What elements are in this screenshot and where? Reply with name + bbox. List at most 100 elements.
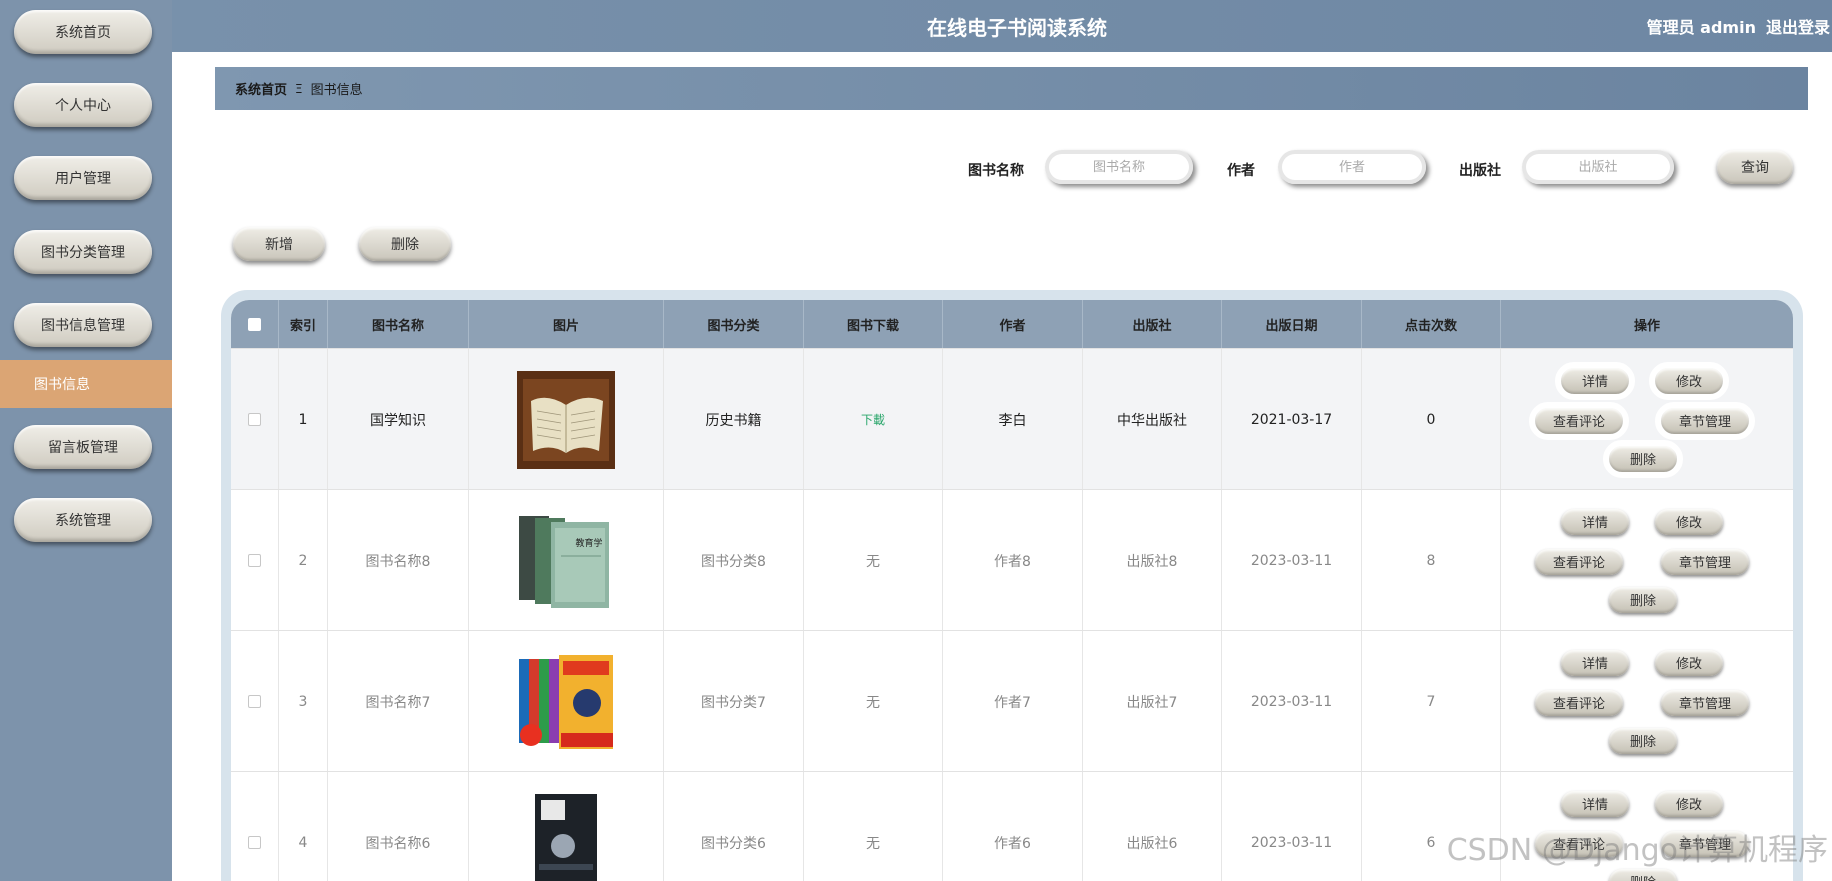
cell-category: 图书分类8 — [664, 490, 804, 631]
book-cover-image — [517, 370, 615, 469]
chapter-manage-button[interactable]: 章节管理 — [1661, 548, 1749, 575]
sidebar-item-home[interactable]: 系统首页 — [14, 10, 152, 54]
sidebar: 系统首页 个人中心 用户管理 图书分类管理 图书信息管理 图书信息 留言板管理 … — [0, 0, 172, 881]
cell-date: 2021-03-17 — [1222, 349, 1362, 490]
user-label: 管理员 admin — [1646, 18, 1756, 37]
table-row: 2 图书名称8 教育学 图书分类8 无 作者8 出版社8 2023-03-11 … — [231, 489, 1793, 631]
row-checkbox[interactable] — [248, 413, 261, 426]
sidebar-item-users[interactable]: 用户管理 — [14, 156, 152, 200]
sidebar-item-book-info-manage[interactable]: 图书信息管理 — [14, 303, 152, 347]
col-category: 图书分类 — [664, 300, 804, 348]
row-actions: 详情 修改 查看评论 章节管理 删除 — [1501, 360, 1793, 480]
cell-date: 2023-03-11 — [1222, 490, 1362, 631]
row-checkbox[interactable] — [248, 695, 261, 708]
cell-category: 历史书籍 — [664, 349, 804, 490]
search-name-label: 图书名称 — [968, 163, 1024, 179]
col-date: 出版日期 — [1222, 300, 1362, 348]
cell-date: 2023-03-11 — [1222, 772, 1362, 881]
book-cover-image — [517, 793, 615, 881]
row-actions: 详情 修改 查看评论 章节管理 删除 — [1501, 642, 1793, 762]
search-name-input[interactable] — [1045, 150, 1193, 184]
detail-button[interactable]: 详情 — [1561, 508, 1629, 535]
book-cover-image — [517, 652, 615, 751]
cell-author: 作者8 — [943, 490, 1083, 631]
cell-image: 教育学 — [469, 490, 664, 631]
cell-clicks: 0 — [1362, 349, 1501, 490]
cell-index: 4 — [279, 772, 328, 881]
edit-button[interactable]: 修改 — [1655, 508, 1723, 535]
book-table: 索引 图书名称 图片 图书分类 图书下载 作者 出版社 出版日期 点击次数 操作… — [231, 300, 1793, 881]
add-button[interactable]: 新增 — [233, 227, 325, 261]
cell-image — [469, 349, 664, 490]
edit-button[interactable]: 修改 — [1649, 361, 1729, 400]
table-row: 1 国学知识 历史书籍 下載 李白 中华出版社 2021-03-17 0 详情 … — [231, 348, 1793, 490]
row-delete-button[interactable]: 删除 — [1609, 586, 1677, 613]
sidebar-item-book-categories[interactable]: 图书分类管理 — [14, 230, 152, 274]
query-button[interactable]: 查询 — [1717, 150, 1793, 184]
row-delete-button[interactable]: 删除 — [1609, 727, 1677, 754]
search-author-input[interactable] — [1278, 150, 1426, 184]
cell-index: 3 — [279, 631, 328, 772]
view-comments-button[interactable]: 查看评论 — [1535, 548, 1623, 575]
row-checkbox[interactable] — [248, 836, 261, 849]
cell-category: 图书分类7 — [664, 631, 804, 772]
cell-category: 图书分类6 — [664, 772, 804, 881]
cell-image — [469, 772, 664, 881]
view-comments-button[interactable]: 查看评论 — [1529, 401, 1629, 440]
cell-download: 无 — [804, 772, 943, 881]
col-name: 图书名称 — [328, 300, 469, 348]
edit-button[interactable]: 修改 — [1655, 790, 1723, 817]
col-author: 作者 — [943, 300, 1083, 348]
download-link[interactable]: 下載 — [804, 349, 943, 490]
col-actions: 操作 — [1633, 318, 1660, 334]
detail-button[interactable]: 详情 — [1561, 790, 1629, 817]
cell-name: 国学知识 — [328, 349, 469, 490]
detail-button[interactable]: 详情 — [1561, 649, 1629, 676]
search-publisher-input[interactable] — [1522, 150, 1674, 184]
cell-publisher: 出版社8 — [1083, 490, 1222, 631]
top-header: 在线电子书阅读系统 管理员 admin 退出登录 — [172, 0, 1832, 52]
cell-name: 图书名称6 — [328, 772, 469, 881]
svg-text:教育学: 教育学 — [575, 537, 602, 549]
bulk-delete-button[interactable]: 删除 — [359, 227, 451, 261]
chapter-manage-button[interactable]: 章节管理 — [1661, 689, 1749, 716]
detail-button[interactable]: 详情 — [1555, 361, 1635, 400]
chapter-manage-button[interactable]: 章节管理 — [1655, 401, 1755, 440]
select-all-checkbox[interactable] — [248, 317, 261, 331]
row-delete-button[interactable]: 删除 — [1603, 439, 1683, 478]
col-publisher: 出版社 — [1083, 300, 1222, 348]
table-row: 3 图书名称7 图书分类7 无 作者7 出版社7 2023-03-11 7 详情… — [231, 630, 1793, 772]
table-header: 索引 图书名称 图片 图书分类 图书下载 作者 出版社 出版日期 点击次数 操作 — [231, 300, 1793, 348]
cell-index: 1 — [279, 349, 328, 490]
row-checkbox[interactable] — [248, 554, 261, 567]
col-image: 图片 — [469, 300, 664, 348]
cell-download: 无 — [804, 631, 943, 772]
view-comments-button[interactable]: 查看评论 — [1535, 689, 1623, 716]
breadcrumb-home[interactable]: 系统首页 — [235, 79, 287, 98]
book-cover-image: 教育学 — [517, 511, 615, 610]
col-clicks: 点击次数 — [1362, 300, 1501, 348]
app-title: 在线电子书阅读系统 — [927, 16, 1107, 40]
col-index: 索引 — [279, 300, 328, 348]
row-delete-button[interactable]: 删除 — [1609, 868, 1677, 881]
cell-download: 无 — [804, 490, 943, 631]
cell-index: 2 — [279, 490, 328, 631]
breadcrumb-current: 图书信息 — [310, 83, 363, 98]
cell-date: 2023-03-11 — [1222, 631, 1362, 772]
col-download: 图书下载 — [804, 300, 943, 348]
sidebar-item-message-board[interactable]: 留言板管理 — [14, 425, 152, 469]
sidebar-item-profile[interactable]: 个人中心 — [14, 83, 152, 127]
edit-button[interactable]: 修改 — [1655, 649, 1723, 676]
user-area: 管理员 admin 退出登录 — [1647, 14, 1830, 38]
cell-clicks: 8 — [1362, 490, 1501, 631]
cell-author: 作者6 — [943, 772, 1083, 881]
cell-name: 图书名称8 — [328, 490, 469, 631]
watermark: CSDN @Django计算机程序 — [1446, 833, 1828, 868]
sidebar-item-system[interactable]: 系统管理 — [14, 498, 152, 542]
sidebar-subitem-book-info[interactable]: 图书信息 — [0, 360, 172, 408]
cell-publisher: 出版社7 — [1083, 631, 1222, 772]
cell-author: 李白 — [943, 349, 1083, 490]
cell-author: 作者7 — [943, 631, 1083, 772]
logout-link[interactable]: 退出登录 — [1766, 14, 1830, 38]
search-author-label: 作者 — [1227, 163, 1255, 179]
